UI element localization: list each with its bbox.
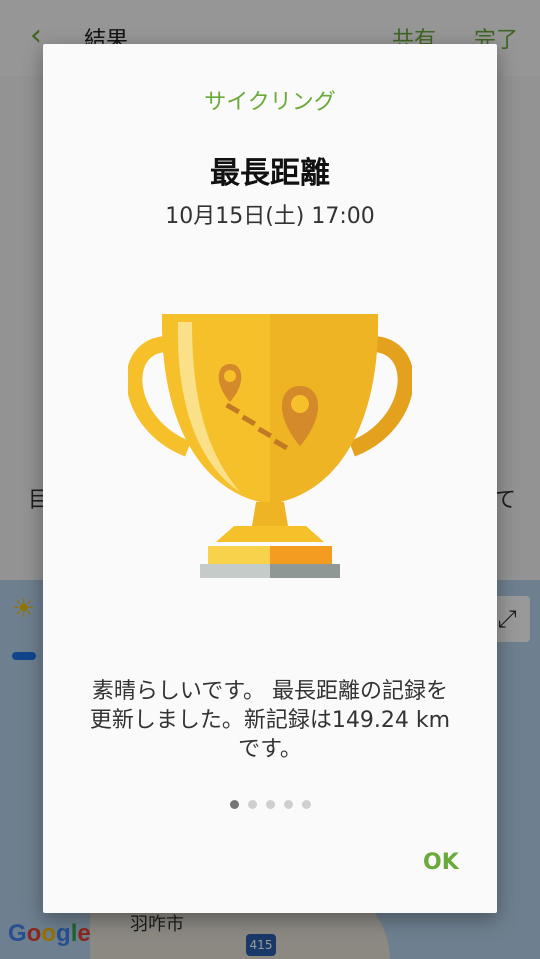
page-dot (283, 800, 293, 809)
record-dialog: サイクリング 最長距離 10月15日(土) 17:00 素晴らしいです。 最長距… (43, 44, 497, 913)
page-dot (247, 800, 257, 809)
page-dot-active (229, 800, 239, 809)
record-message: 素晴らしいです。 最長距離の記録を更新しました。新記録は149.24 kmです。 (89, 679, 451, 762)
page-dot (301, 800, 311, 809)
activity-category: サイクリング (204, 90, 336, 115)
trophy-icon (128, 314, 412, 578)
record-title: 最長距離 (210, 156, 330, 191)
record-datetime: 10月15日(土) 17:00 (165, 204, 375, 229)
ok-button[interactable]: OK (423, 850, 459, 875)
page-dot (265, 800, 275, 809)
page-indicator (43, 800, 497, 809)
